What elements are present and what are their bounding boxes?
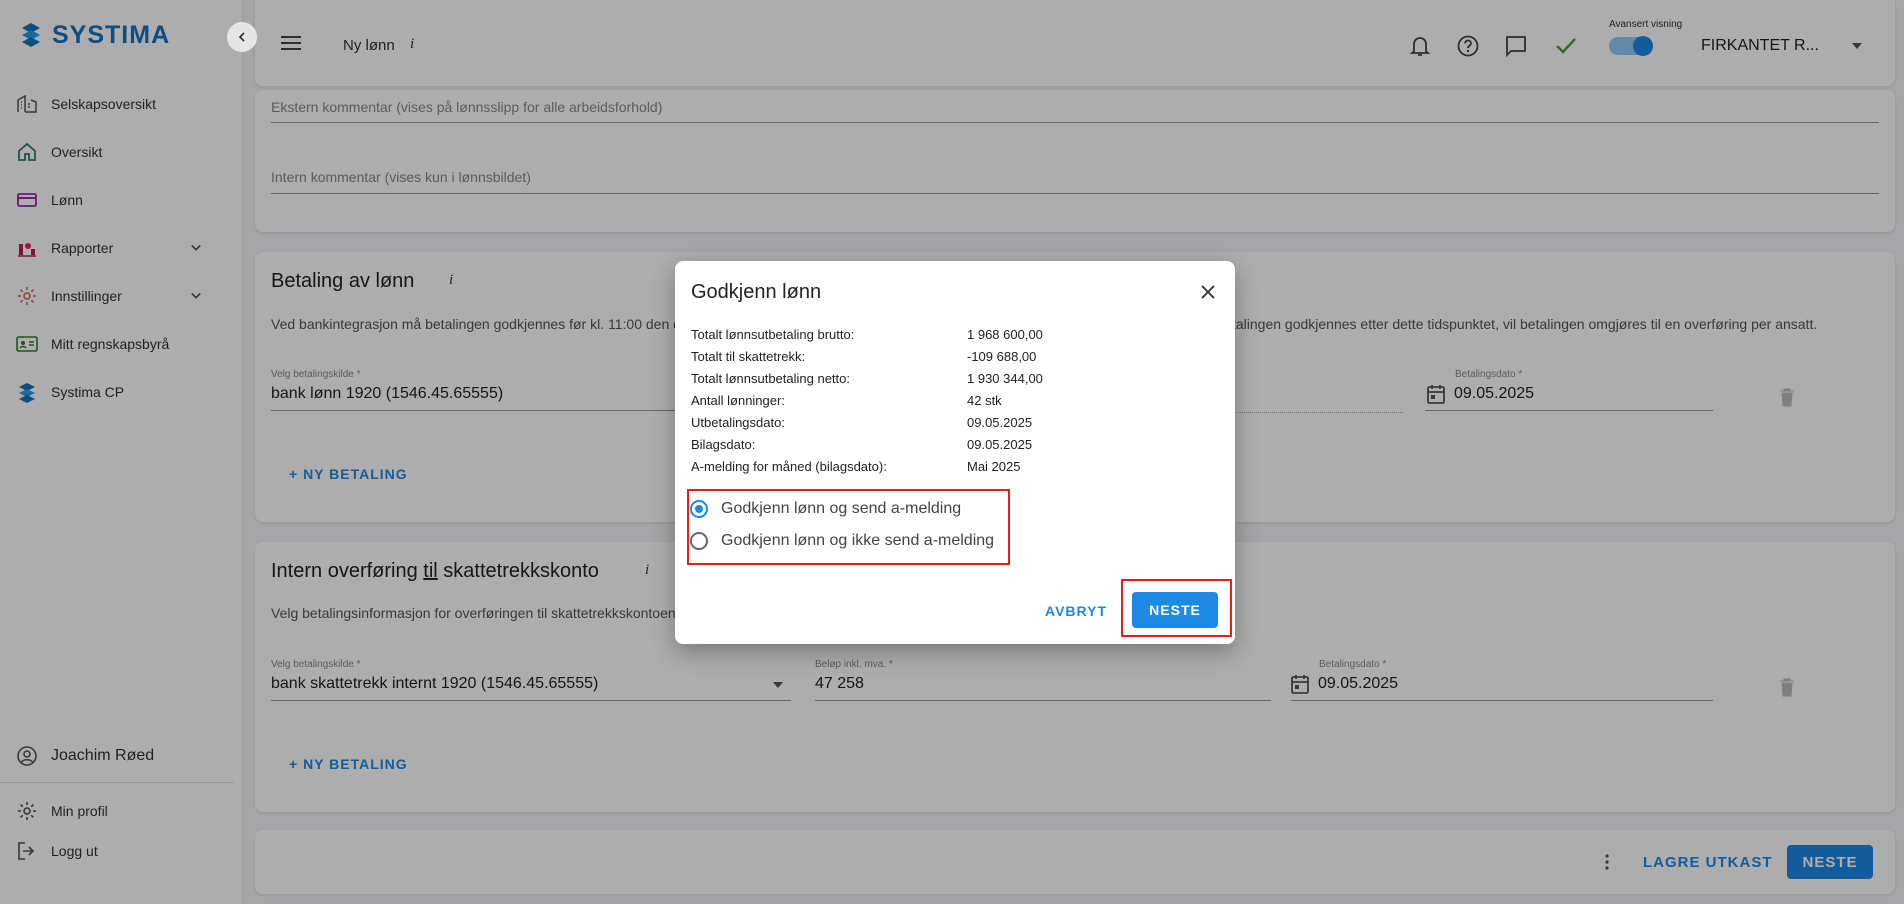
summary-row: Utbetalingsdato: 09.05.2025 xyxy=(691,415,1211,437)
summary-row: Bilagsdato: 09.05.2025 xyxy=(691,437,1211,459)
summary-key: Utbetalingsdato: xyxy=(691,415,785,430)
close-icon[interactable] xyxy=(1195,279,1221,305)
radio-unselected-icon[interactable] xyxy=(690,532,708,550)
summary-key: Bilagsdato: xyxy=(691,437,756,452)
summary-row: A-melding for måned (bilagsdato): Mai 20… xyxy=(691,459,1211,481)
summary-row: Antall lønninger: 42 stk xyxy=(691,393,1211,415)
summary-row: Totalt lønnsutbetaling brutto: 1 968 600… xyxy=(691,327,1211,349)
cancel-button[interactable]: AVBRYT xyxy=(1045,603,1107,619)
chevron-left-icon xyxy=(238,32,245,42)
summary-row: Totalt til skattetrekk: -109 688,00 xyxy=(691,349,1211,371)
option-approve-send[interactable]: Godkjenn lønn og send a-melding xyxy=(690,495,961,523)
summary-key: Antall lønninger: xyxy=(691,393,785,408)
summary-value: 1 930 344,00 xyxy=(967,371,1043,386)
option-label: Godkjenn lønn og send a-melding xyxy=(721,500,962,517)
summary-value: Mai 2025 xyxy=(967,459,1021,474)
summary-key: A-melding for måned (bilagsdato): xyxy=(691,459,887,474)
summary-value: 09.05.2025 xyxy=(967,415,1033,430)
summary-key: Totalt til skattetrekk: xyxy=(691,349,806,364)
summary-value: 09.05.2025 xyxy=(967,437,1033,452)
summary-value: -109 688,00 xyxy=(967,349,1037,364)
option-approve-no-send[interactable]: Godkjenn lønn og ikke send a-melding xyxy=(690,527,994,555)
dialog-next-button[interactable]: NESTE xyxy=(1132,592,1218,628)
collapse-sidebar-button[interactable] xyxy=(227,22,257,52)
summary-row: Totalt lønnsutbetaling netto: 1 930 344,… xyxy=(691,371,1211,393)
summary-value: 42 stk xyxy=(967,393,1002,408)
summary-key: Totalt lønnsutbetaling brutto: xyxy=(691,327,855,342)
summary-key: Totalt lønnsutbetaling netto: xyxy=(691,371,850,386)
option-label: Godkjenn lønn og ikke send a-melding xyxy=(721,532,995,549)
dialog-title: Godkjenn lønn xyxy=(691,281,822,303)
approve-payroll-dialog: Godkjenn lønn Totalt lønnsutbetaling bru… xyxy=(675,261,1235,644)
radio-selected-icon[interactable] xyxy=(690,500,708,518)
summary-value: 1 968 600,00 xyxy=(967,327,1043,342)
